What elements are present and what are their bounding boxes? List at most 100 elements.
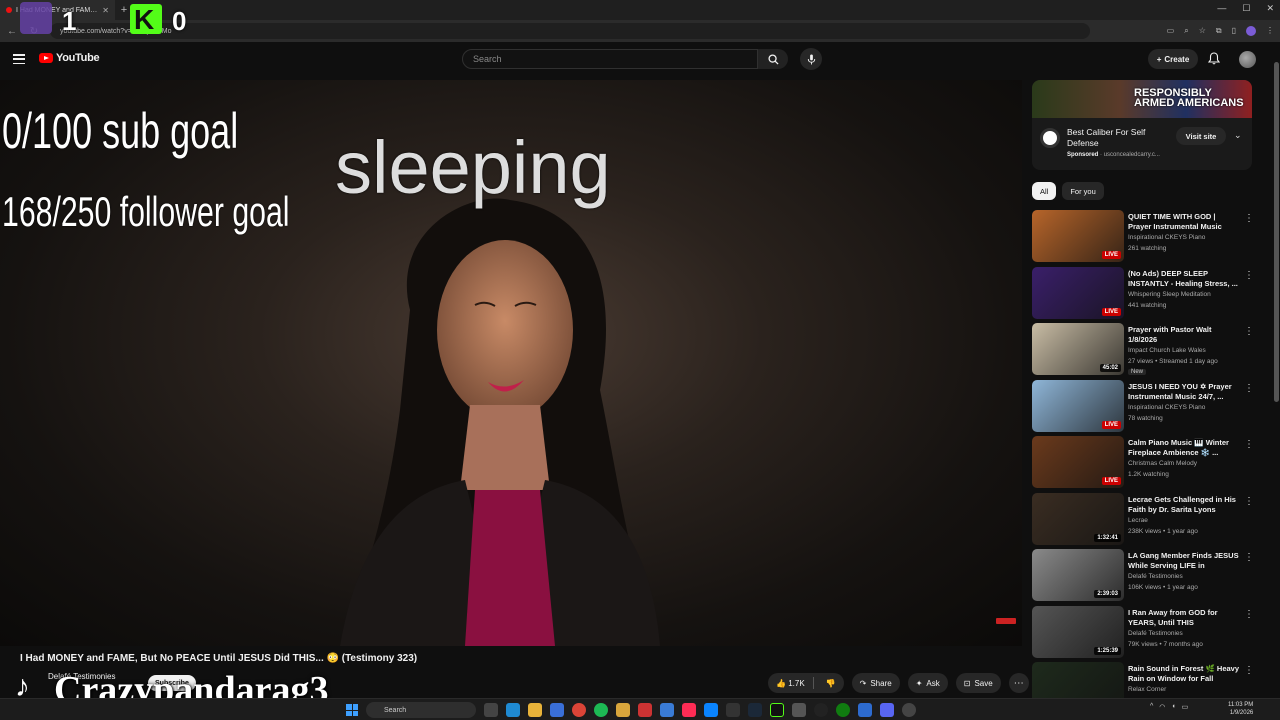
file-explorer-icon[interactable]: [528, 703, 542, 717]
recommendation-channel[interactable]: Christmas Calm Melody: [1128, 460, 1197, 467]
recommendation-channel[interactable]: Delafé Testimonies: [1128, 630, 1183, 637]
video-thumbnail[interactable]: 45:02: [1032, 323, 1124, 375]
more-vertical-icon[interactable]: ⋮: [1244, 496, 1254, 507]
ad-title[interactable]: Best Caliber For Self Defense: [1067, 127, 1172, 149]
back-icon[interactable]: ←: [6, 26, 18, 37]
recommendation-channel[interactable]: Inspirational CKEYS Piano: [1128, 234, 1205, 241]
more-vertical-icon[interactable]: ⋮: [1244, 439, 1254, 450]
chevron-up-icon[interactable]: ^: [1150, 703, 1153, 711]
ad-banner[interactable]: RESPONSIBLY ARMED AMERICANS: [1032, 80, 1252, 118]
create-button[interactable]: + Create: [1148, 49, 1198, 69]
bookmark-star-icon[interactable]: ☆: [1199, 26, 1206, 36]
browser-tab[interactable]: I Had MONEY and FAME, B ✕: [0, 0, 115, 20]
chevron-down-icon[interactable]: ⌄: [1234, 130, 1242, 141]
recording-icon[interactable]: [902, 703, 916, 717]
search-input[interactable]: Search: [462, 49, 758, 69]
extensions-icon[interactable]: ⧉: [1216, 26, 1222, 36]
taskbar-search[interactable]: Search: [366, 702, 476, 718]
account-avatar[interactable]: [1239, 51, 1256, 68]
messenger-icon[interactable]: [704, 703, 718, 717]
video-thumbnail[interactable]: LIVE: [1032, 266, 1124, 319]
task-view-icon[interactable]: [484, 703, 498, 717]
kick-app-icon[interactable]: [770, 703, 784, 717]
chrome-icon[interactable]: [572, 703, 586, 717]
close-tab-icon[interactable]: ✕: [102, 6, 109, 15]
more-vertical-icon[interactable]: ⋮: [1244, 552, 1254, 563]
minimize-icon[interactable]: —: [1217, 3, 1226, 14]
youtube-logo[interactable]: YouTube: [39, 52, 100, 64]
search-button[interactable]: [758, 49, 788, 69]
save-button[interactable]: ⊡ Save: [955, 673, 1001, 693]
sidebar-icon[interactable]: ▯: [1232, 26, 1236, 36]
video-thumbnail[interactable]: LIVE: [1032, 436, 1124, 488]
discord-icon[interactable]: [880, 703, 894, 717]
spotify-icon[interactable]: [594, 703, 608, 717]
xbox-icon[interactable]: [836, 703, 850, 717]
zoom-icon[interactable]: ⌕: [1184, 26, 1188, 36]
obs-icon[interactable]: [814, 703, 828, 717]
recommendation-item[interactable]: LIVE Calm Piano Music 🎹 Winter Fireplace …: [1032, 436, 1260, 493]
more-vertical-icon[interactable]: ⋮: [1244, 383, 1254, 394]
photos-icon[interactable]: [660, 703, 674, 717]
battery-icon[interactable]: ▭: [1182, 703, 1189, 711]
recommendation-item[interactable]: 1:25:39 I Ran Away from GOD for YEARS, Un…: [1032, 605, 1260, 663]
page-scrollbar[interactable]: [1272, 42, 1280, 682]
video-thumbnail[interactable]: LIVE: [1032, 210, 1124, 262]
chip-for-you[interactable]: For you: [1062, 182, 1104, 200]
wifi-icon[interactable]: ◠: [1159, 703, 1165, 711]
recommendation-title[interactable]: Lecrae Gets Challenged in His Faith by D…: [1128, 495, 1240, 515]
recommendation-item[interactable]: LIVE QUIET TIME WITH GOD | Prayer Instrum…: [1032, 210, 1260, 267]
visit-site-button[interactable]: Visit site: [1176, 127, 1226, 145]
dislike-button[interactable]: 👎: [818, 679, 844, 688]
like-button[interactable]: 👍 1.7K: [776, 679, 805, 688]
ask-button[interactable]: ✦ Ask: [907, 673, 948, 693]
recommendation-channel[interactable]: Delafé Testimonies: [1128, 573, 1183, 580]
video-player[interactable]: 0/100 sub goal 168/250 follower goal sle…: [0, 80, 1022, 646]
more-vertical-icon[interactable]: ⋮: [1244, 665, 1254, 676]
recommendation-title[interactable]: (No Ads) DEEP SLEEP INSTANTLY - Healing …: [1128, 269, 1240, 289]
recommendation-channel[interactable]: Impact Church Lake Wales: [1128, 347, 1206, 354]
recommendation-title[interactable]: I Ran Away from GOD for YEARS, Until THI…: [1128, 608, 1240, 628]
chip-all[interactable]: All: [1032, 182, 1057, 200]
notifications-button[interactable]: [1207, 52, 1221, 70]
windows-start-icon[interactable]: [346, 704, 358, 716]
recommendation-channel[interactable]: Whispering Sleep Meditation: [1128, 291, 1211, 298]
recommendation-item[interactable]: LIVE JESUS I NEED YOU ✡ Prayer Instrument…: [1032, 379, 1260, 437]
video-thumbnail[interactable]: 1:25:39: [1032, 605, 1124, 658]
volume-icon[interactable]: ◖: [1171, 703, 1175, 711]
recommendation-title[interactable]: Calm Piano Music 🎹 Winter Fireplace Ambi…: [1128, 438, 1240, 458]
hamburger-menu-icon[interactable]: [13, 53, 25, 65]
more-vertical-icon[interactable]: ⋮: [1244, 326, 1254, 337]
steam-icon[interactable]: [748, 703, 762, 717]
more-vertical-icon[interactable]: ⋮: [1244, 270, 1254, 281]
tiktok-app-icon[interactable]: [682, 703, 696, 717]
maximize-icon[interactable]: ☐: [1242, 3, 1250, 14]
more-actions-button[interactable]: ⋯: [1008, 673, 1029, 693]
edge-icon[interactable]: [506, 703, 520, 717]
recommendation-title[interactable]: LA Gang Member Finds JESUS While Serving…: [1128, 551, 1240, 571]
browser-menu-icon[interactable]: ⋮: [1266, 26, 1274, 36]
cast-icon[interactable]: ▭: [1167, 26, 1175, 36]
recommendation-title[interactable]: Prayer with Pastor Walt 1/8/2026: [1128, 325, 1240, 345]
recommendation-channel[interactable]: Inspirational CKEYS Piano: [1128, 404, 1205, 411]
video-thumbnail[interactable]: 1:32:41: [1032, 492, 1124, 545]
close-window-icon[interactable]: ✕: [1266, 3, 1274, 14]
recommendation-channel[interactable]: Lecrae: [1128, 517, 1148, 524]
recommendation-item[interactable]: 2:39:03 LA Gang Member Finds JESUS While …: [1032, 549, 1260, 606]
recommendation-item[interactable]: 45:02 Prayer with Pastor Walt 1/8/2026 Imp…: [1032, 323, 1260, 380]
sidebar-ad[interactable]: RESPONSIBLY ARMED AMERICANS Best Caliber…: [1032, 80, 1252, 170]
recommendation-item[interactable]: 1:32:41 Lecrae Gets Challenged in His Fai…: [1032, 492, 1260, 550]
more-vertical-icon[interactable]: ⋮: [1244, 213, 1254, 224]
recommendation-title[interactable]: JESUS I NEED YOU ✡ Prayer Instrumental M…: [1128, 382, 1240, 402]
capcut-icon[interactable]: [726, 703, 740, 717]
share-button[interactable]: ↷ Share: [851, 673, 900, 693]
recommendation-title[interactable]: QUIET TIME WITH GOD | Prayer Instrumenta…: [1128, 212, 1240, 232]
store-icon[interactable]: [550, 703, 564, 717]
settings-icon[interactable]: [792, 703, 806, 717]
recommendation-item[interactable]: LIVE (No Ads) DEEP SLEEP INSTANTLY - Heal…: [1032, 266, 1260, 324]
more-vertical-icon[interactable]: ⋮: [1244, 609, 1254, 620]
address-bar[interactable]: youtube.com/watch?v=…bey7d4Mo: [50, 23, 1090, 39]
recommendation-title[interactable]: Rain Sound in Forest 🌿 Heavy Rain on Win…: [1128, 664, 1240, 684]
calendar-icon[interactable]: [638, 703, 652, 717]
voice-search-button[interactable]: [800, 48, 822, 70]
